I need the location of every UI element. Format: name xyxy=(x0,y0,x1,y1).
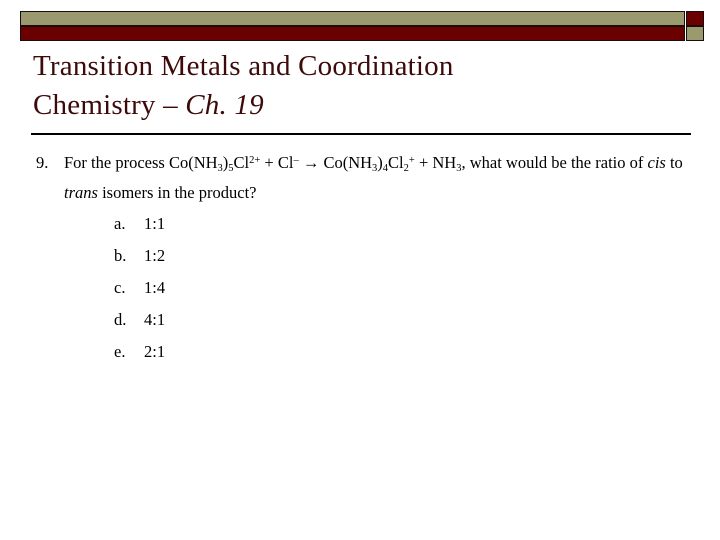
term-trans: trans xyxy=(64,183,98,202)
slide-title-line-2: Chemistry – Ch. 19 xyxy=(33,86,693,125)
question-text-part-1: For the process Co(NH xyxy=(64,153,218,172)
answer-choice-d-letter: d. xyxy=(114,310,127,329)
answer-choice-list: a. 1:1 b. 1:2 c. 1:4 d. 4:1 e. 2:1 xyxy=(36,208,696,368)
header-bar-top-row xyxy=(20,11,704,26)
answer-choice-b-value: 1:2 xyxy=(144,246,166,265)
question-text-part-11: isomers in the product? xyxy=(97,183,257,202)
slide-body: 9. For the process Co(NH3)5Cl2+ + Cl– → C… xyxy=(36,148,696,368)
slide-title: Transition Metals and Coordination Chemi… xyxy=(33,47,693,125)
question-text-part-9: , what would be the ratio of xyxy=(461,153,648,172)
question-text-part-10: to xyxy=(665,153,683,172)
answer-choice-a[interactable]: a. 1:1 xyxy=(36,208,696,240)
answer-choice-e-value: 2:1 xyxy=(144,342,166,361)
header-bar-maroon-square xyxy=(686,11,704,26)
answer-choice-d-value: 4:1 xyxy=(144,310,166,329)
formula-superscript-2plus: 2+ xyxy=(249,154,261,166)
header-bar-bottom-row xyxy=(20,26,704,41)
question-text-part-8: + NH xyxy=(414,153,457,172)
term-cis: cis xyxy=(647,153,666,172)
slide-title-chapter: Ch. 19 xyxy=(185,89,264,121)
answer-choice-a-value: 1:1 xyxy=(144,214,166,233)
answer-choice-b-letter: b. xyxy=(114,246,127,265)
slide-title-line-2-regular: Chemistry – xyxy=(33,89,186,121)
answer-choice-c-value: 1:4 xyxy=(144,278,166,297)
header-bar-maroon-long xyxy=(20,26,685,41)
header-bar-olive-square xyxy=(686,26,704,41)
question-paragraph: 9. For the process Co(NH3)5Cl2+ + Cl– → C… xyxy=(36,148,696,208)
question-text: For the process Co(NH3)5Cl2+ + Cl– → Co(… xyxy=(64,153,683,202)
answer-choice-d[interactable]: d. 4:1 xyxy=(36,304,696,336)
answer-choice-b[interactable]: b. 1:2 xyxy=(36,240,696,272)
question-number: 9. xyxy=(36,153,49,172)
question-text-part-4: + Cl xyxy=(260,153,294,172)
answer-choice-c-letter: c. xyxy=(114,278,126,297)
question-text-part-5: Co(NH xyxy=(323,153,373,172)
answer-choice-e[interactable]: e. 2:1 xyxy=(36,336,696,368)
question-text-part-3: Cl xyxy=(233,153,250,172)
title-divider-rule xyxy=(31,133,691,135)
reaction-arrow: → xyxy=(298,153,324,172)
slide-title-line-1: Transition Metals and Coordination xyxy=(33,47,693,86)
answer-choice-c[interactable]: c. 1:4 xyxy=(36,272,696,304)
answer-choice-e-letter: e. xyxy=(114,342,126,361)
question-text-part-7: Cl xyxy=(388,153,404,172)
answer-choice-a-letter: a. xyxy=(114,214,126,233)
header-bar-olive-long xyxy=(20,11,685,26)
slide-title-line-1-text: Transition Metals and Coordination xyxy=(33,50,454,82)
slide-header-decoration xyxy=(20,11,704,41)
